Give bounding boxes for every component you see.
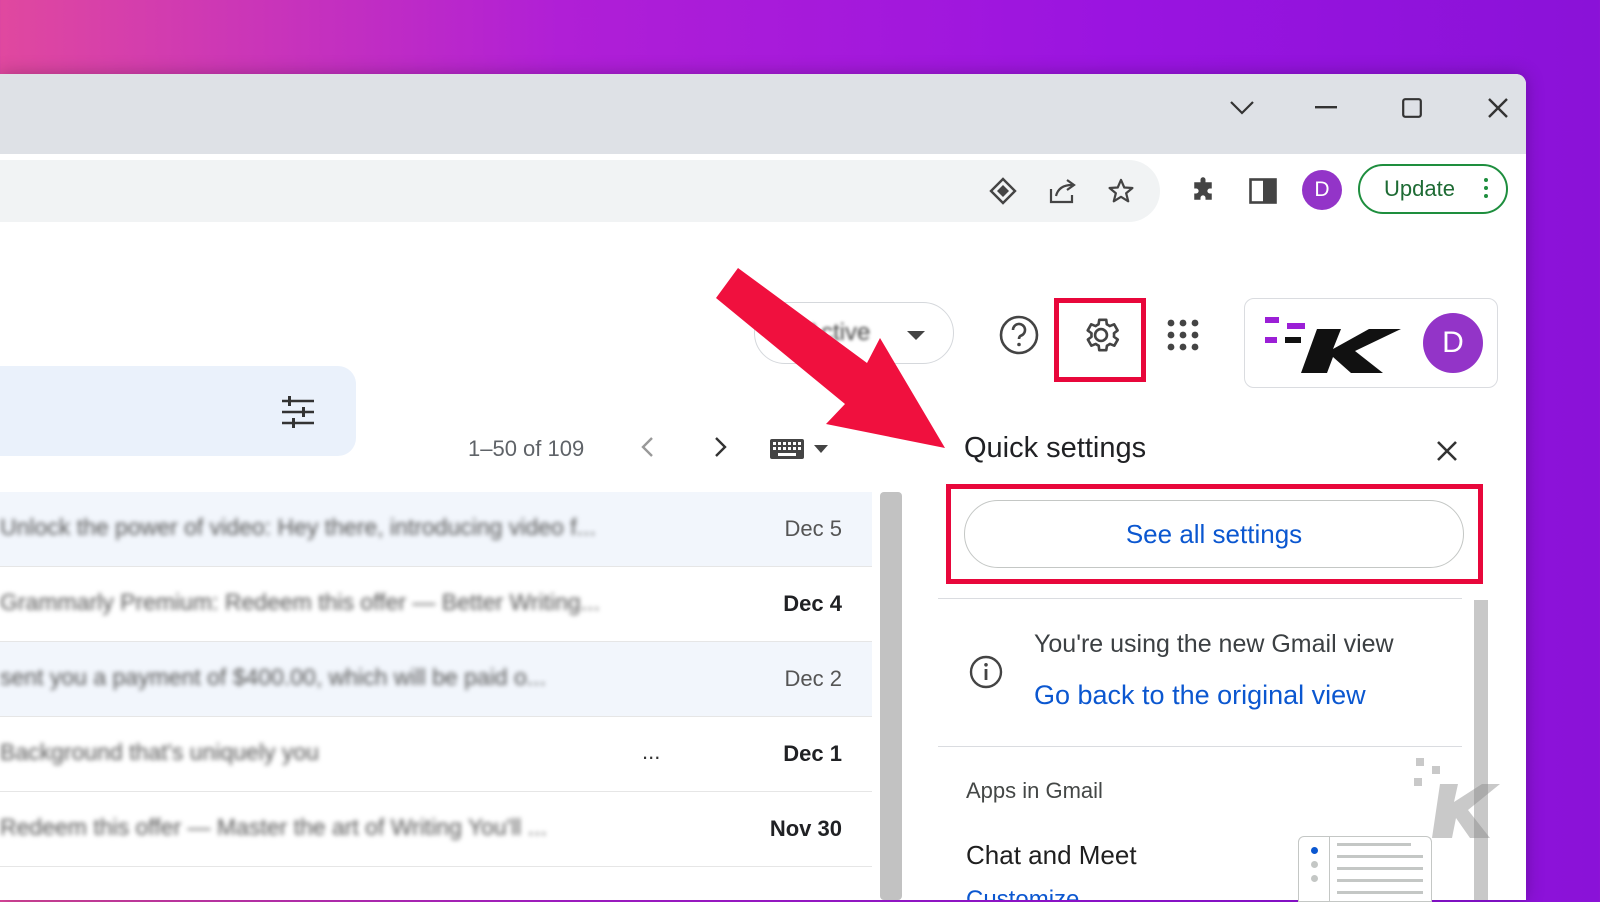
pointer-arrow-graphic — [716, 268, 945, 448]
knowtechie-watermark-icon — [1414, 758, 1500, 838]
